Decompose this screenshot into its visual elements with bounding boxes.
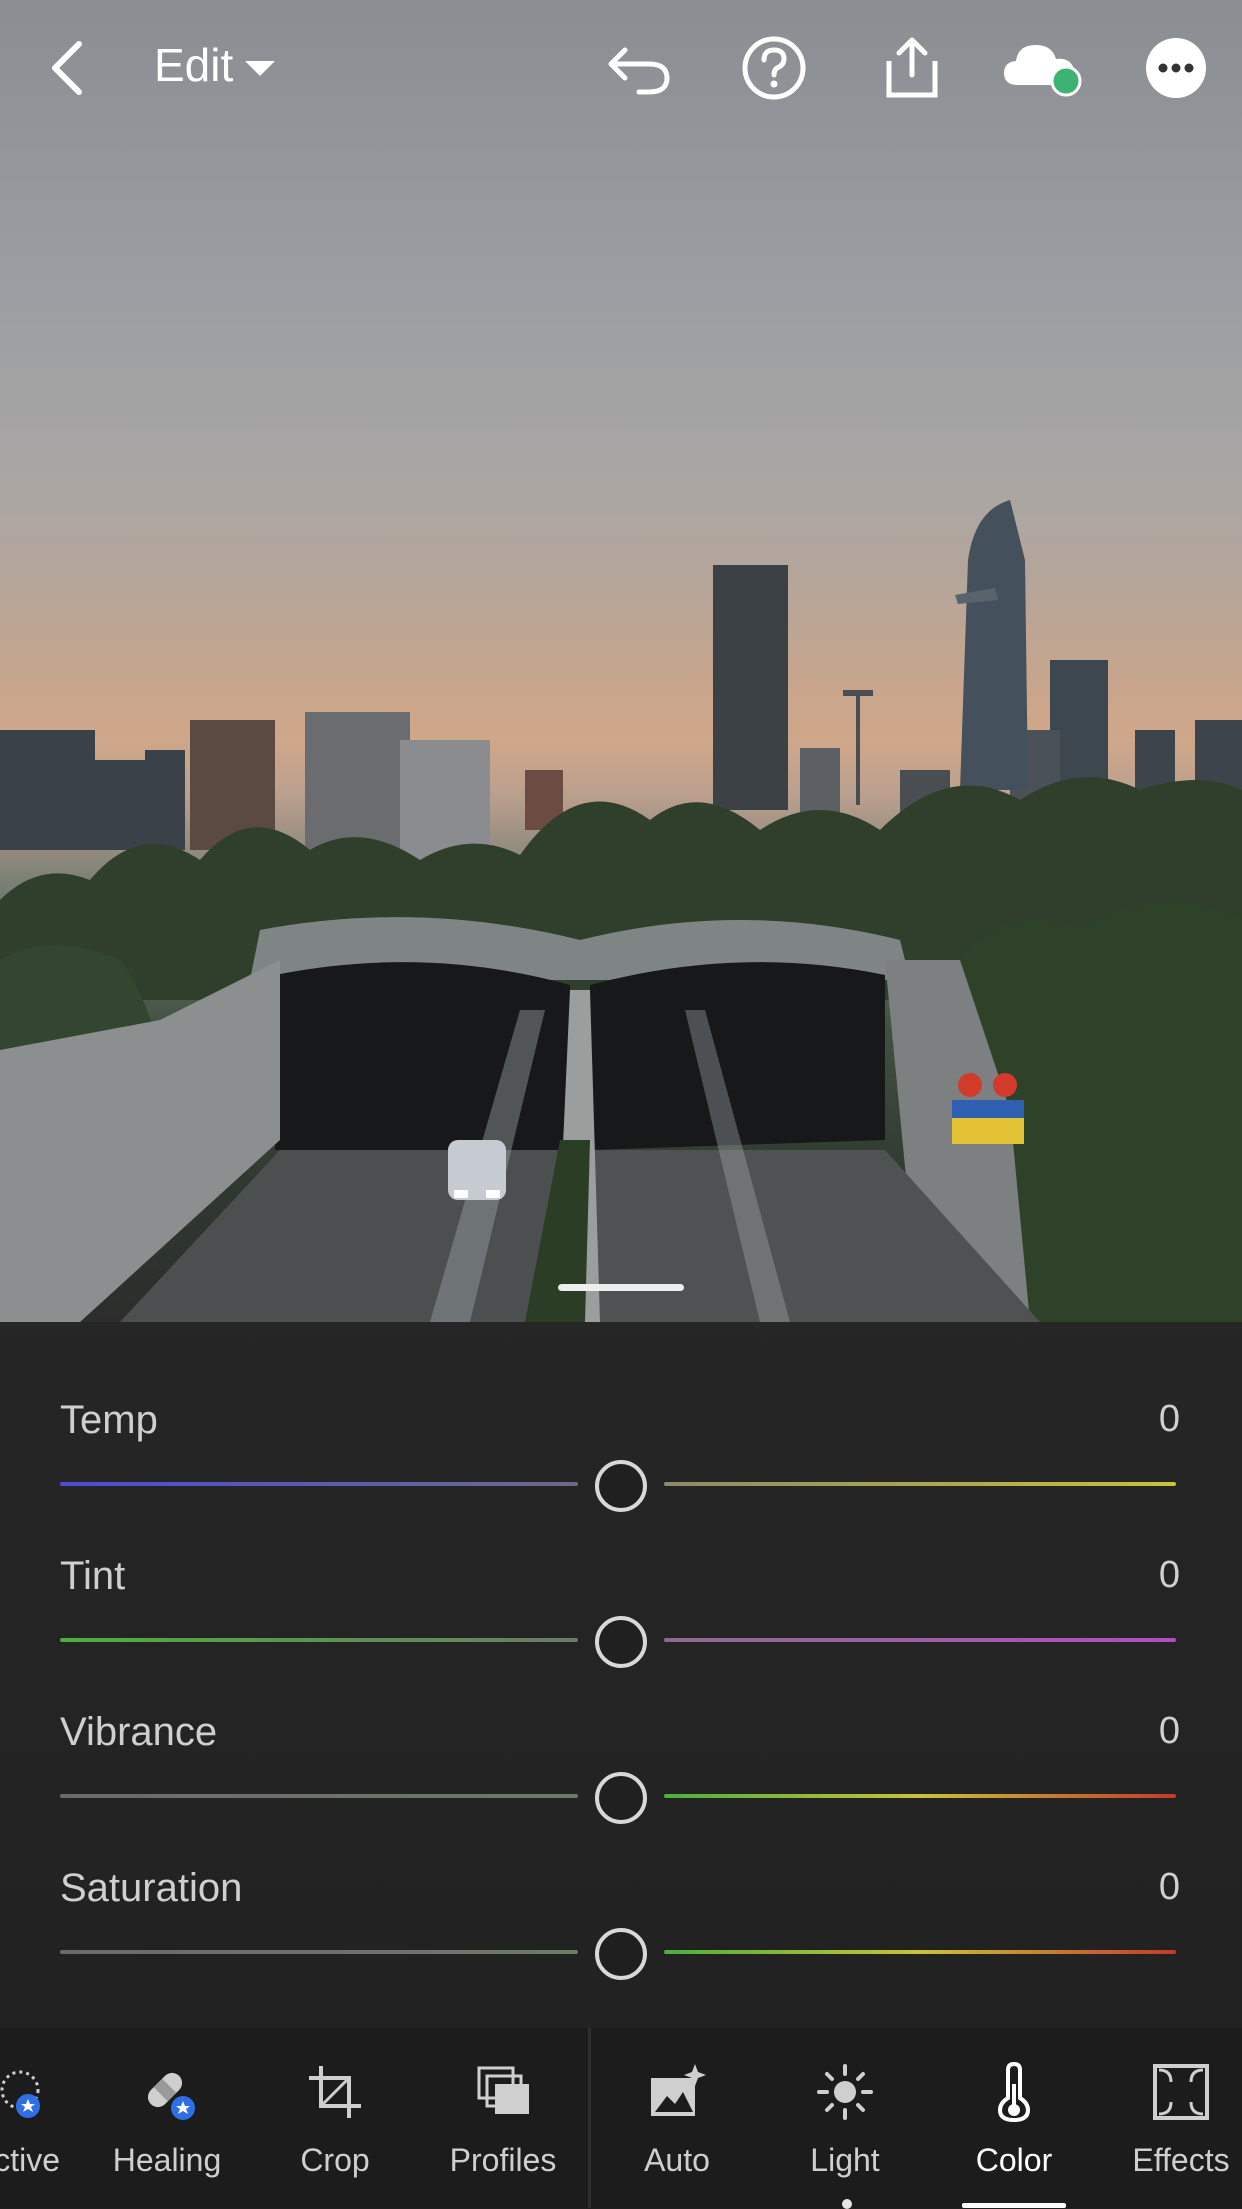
tool-label: Light xyxy=(810,2142,880,2178)
slider-track-left[interactable] xyxy=(60,1950,578,1954)
tool-label: Crop xyxy=(300,2142,370,2178)
slider-thumb[interactable] xyxy=(595,1928,647,1980)
slider-thumb[interactable] xyxy=(595,1772,647,1824)
slider-track-right[interactable] xyxy=(664,1794,1176,1798)
tool-label: Color xyxy=(975,2142,1053,2178)
slider-value: 0 xyxy=(1158,1710,1180,1752)
slider-track-right[interactable] xyxy=(664,1950,1176,1954)
slider-track-right[interactable] xyxy=(664,1482,1176,1486)
bottom-toolbar: ctive Healing Crop Profiles Auto Light C… xyxy=(0,2028,1242,2208)
share-icon[interactable] xyxy=(874,30,950,106)
help-icon[interactable] xyxy=(736,30,812,106)
crop-icon xyxy=(309,2066,361,2118)
slider-thumb[interactable] xyxy=(595,1616,647,1668)
slider-label: Temp xyxy=(60,1398,158,1442)
temp-slider[interactable]: Temp 0 xyxy=(0,1398,1242,1554)
light-icon xyxy=(817,2064,873,2120)
vibrance-slider[interactable]: Vibrance 0 xyxy=(0,1710,1242,1866)
slider-label: Vibrance xyxy=(60,1710,218,1754)
tool-effects[interactable]: Effects xyxy=(1106,2028,1242,2208)
more-icon[interactable] xyxy=(1138,30,1214,106)
slider-track-left[interactable] xyxy=(60,1794,578,1798)
tool-label: Effects xyxy=(1132,2142,1230,2178)
slider-value: 0 xyxy=(1158,1398,1180,1440)
cloud-sync-icon[interactable] xyxy=(1000,30,1090,106)
healing-icon xyxy=(147,2072,195,2120)
profiles-icon xyxy=(477,2066,529,2114)
selective-icon xyxy=(0,2070,40,2118)
mode-label: Edit xyxy=(154,39,234,91)
slider-value: 0 xyxy=(1158,1554,1180,1596)
tool-label: ctive xyxy=(0,2142,60,2178)
chevron-down-icon xyxy=(245,60,276,76)
tool-crop[interactable]: Crop xyxy=(260,2028,410,2208)
photo-preview[interactable] xyxy=(0,0,1242,1322)
back-arrow-icon[interactable] xyxy=(30,30,106,106)
tool-auto[interactable]: Auto xyxy=(602,2028,752,2208)
mode-selector[interactable]: Edit xyxy=(154,38,276,92)
top-bar: Edit xyxy=(0,0,1242,140)
tool-color[interactable]: Color xyxy=(939,2028,1089,2208)
tool-profiles[interactable]: Profiles xyxy=(428,2028,578,2208)
thermometer-icon xyxy=(997,2062,1031,2122)
effects-icon xyxy=(1153,2064,1209,2120)
toolbar-divider xyxy=(588,2028,591,2208)
slider-thumb[interactable] xyxy=(595,1460,647,1512)
slider-track-left[interactable] xyxy=(60,1482,578,1486)
tool-label: Healing xyxy=(112,2142,222,2178)
tool-light[interactable]: Light xyxy=(770,2028,920,2208)
slider-track-left[interactable] xyxy=(60,1638,578,1642)
slider-value: 0 xyxy=(1158,1866,1180,1908)
slider-track-right[interactable] xyxy=(664,1638,1176,1642)
photo-scene xyxy=(0,500,1242,1322)
auto-icon xyxy=(651,2064,706,2116)
tint-slider[interactable]: Tint 0 xyxy=(0,1554,1242,1710)
color-panel: Temp 0 Tint 0 Vibrance 0 Saturation 0 xyxy=(0,1322,1242,2028)
tool-label: Profiles xyxy=(449,2142,557,2178)
tool-selective[interactable]: ctive xyxy=(0,2028,95,2208)
panel-drag-handle[interactable] xyxy=(558,1284,684,1291)
active-tool-indicator xyxy=(962,2203,1066,2208)
tool-healing[interactable]: Healing xyxy=(92,2028,242,2208)
slider-label: Saturation xyxy=(60,1866,243,1910)
tool-label: Auto xyxy=(644,2142,710,2178)
undo-icon[interactable] xyxy=(602,30,678,106)
saturation-slider[interactable]: Saturation 0 xyxy=(0,1866,1242,2022)
slider-label: Tint xyxy=(60,1554,126,1598)
